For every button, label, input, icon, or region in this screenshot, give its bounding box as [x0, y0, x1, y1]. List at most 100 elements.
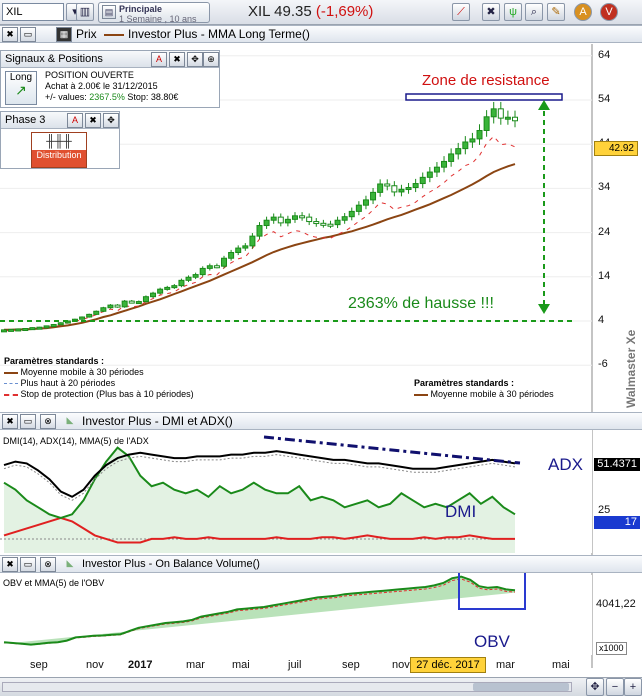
candle — [199, 267, 206, 276]
bottom-bar: ✥ − + — [0, 677, 642, 696]
indicator-icon: ◣ — [66, 415, 74, 425]
candle — [419, 176, 426, 185]
legend-item-label: Plus haut à 20 périodes — [20, 378, 116, 388]
legend-right-title: Paramètres standards : — [414, 378, 515, 388]
x-axis-tick: 2017 — [128, 659, 153, 671]
candle — [86, 313, 93, 318]
move-icon[interactable]: ✥ — [187, 52, 203, 67]
candle — [178, 279, 185, 287]
legend-left-title: Paramètres standards : — [4, 356, 105, 366]
obv-annotation: OBV — [474, 632, 510, 651]
obv-scale-label: x1000 — [596, 642, 627, 655]
candle — [426, 171, 433, 178]
last-price-tag: 42.92 — [594, 141, 638, 156]
close-icon[interactable]: ⊗ — [40, 557, 56, 572]
candle — [228, 251, 235, 259]
distribution-label: Distribution — [36, 150, 82, 160]
tools-icon[interactable]: ✖ — [85, 113, 101, 128]
indicator-icon: ◣ — [66, 558, 74, 568]
candle — [150, 292, 157, 298]
zoom-in-icon[interactable]: + — [624, 678, 642, 696]
candle — [476, 129, 483, 140]
candle — [256, 225, 263, 237]
signals-box: Signaux & Positions A ✖ ✥ ⊕ Long ↗ POSIT… — [0, 50, 220, 108]
more-icon[interactable]: ⊕ — [203, 52, 219, 67]
x-axis-tick: mai — [232, 659, 250, 671]
long-badge: Long ↗ — [5, 71, 37, 105]
legend-left-item: Stop de protection (Plus bas à 10 périod… — [4, 389, 264, 400]
candle — [299, 215, 306, 219]
candle — [398, 188, 405, 193]
price-axis-tick: 54 — [598, 93, 611, 105]
candle — [263, 219, 270, 227]
candle — [483, 116, 490, 131]
price-axis-tick: 64 — [598, 48, 611, 61]
dmi-panel-header: ✖ ▭ ⊗ ◣ Investor Plus - DMI et ADX() — [0, 412, 642, 430]
candle — [114, 304, 121, 308]
price-axis-tick: 24 — [598, 225, 611, 238]
candle — [57, 322, 64, 326]
move-icon[interactable]: ✥ — [586, 678, 604, 696]
scrollbar-thumb[interactable] — [473, 683, 569, 691]
candle — [221, 257, 228, 267]
stop-value: Stop: 38.80€ — [127, 92, 179, 102]
candle — [291, 215, 298, 220]
signals-title: Signaux & Positions — [5, 53, 103, 65]
candle — [455, 148, 462, 155]
adx-annotation: ADX — [548, 455, 583, 474]
candle — [15, 328, 22, 332]
horizontal-scrollbar[interactable] — [2, 682, 572, 692]
price-axis-tick: 34 — [598, 181, 611, 194]
x-axis-tick: mai — [552, 659, 570, 671]
x-axis-tick: nov — [392, 659, 410, 671]
candle — [512, 116, 518, 122]
candle — [341, 216, 348, 221]
candle — [284, 218, 291, 224]
signal-a-icon[interactable]: A — [151, 52, 167, 67]
candle — [50, 324, 57, 328]
distribution-badge: ╫╫╫ Distribution — [31, 132, 87, 168]
candle — [206, 265, 213, 269]
obv-panel-header: ✖ ▭ ⊗ ◣ Investor Plus - On Balance Volum… — [0, 555, 642, 573]
legend-item-label: Moyenne mobile à 30 périodes — [430, 389, 554, 399]
adx-value-tag: 51.4371 — [594, 458, 640, 471]
candle — [490, 108, 497, 118]
candle — [448, 153, 455, 162]
candle — [235, 247, 242, 253]
price-axis-tick: 4 — [598, 314, 605, 326]
candle — [355, 204, 362, 212]
uptrend-icon: ↗ — [15, 82, 27, 98]
tools-icon[interactable]: ✖ — [169, 52, 185, 67]
candle — [405, 187, 412, 191]
candle — [93, 310, 100, 315]
position-entry: Achat à 2.00€ le 31/12/2015 — [45, 81, 158, 91]
close-icon[interactable]: ⊗ — [40, 414, 56, 429]
candle — [128, 300, 135, 304]
legend-right: Paramètres standards : Moyenne mobile à … — [414, 378, 590, 400]
tools-icon[interactable]: ✖ — [2, 557, 18, 572]
window-icon[interactable]: ▭ — [20, 414, 36, 429]
legend-left: Paramètres standards : Moyenne mobile à … — [4, 356, 264, 400]
candle — [22, 328, 29, 332]
candle — [504, 116, 511, 120]
move-icon[interactable]: ✥ — [103, 113, 119, 128]
candle — [334, 219, 341, 226]
window-icon[interactable]: ▭ — [20, 557, 36, 572]
zoom-out-icon[interactable]: − — [606, 678, 624, 696]
x-axis-tick: sep — [30, 659, 48, 671]
candle — [497, 108, 504, 119]
phase-a-icon[interactable]: A — [67, 113, 83, 128]
candle — [441, 160, 448, 168]
signals-header: Signaux & Positions A ✖ ✥ ⊕ — [1, 51, 219, 68]
candle — [242, 245, 249, 249]
candle — [313, 221, 320, 225]
candle — [391, 185, 398, 193]
x-axis-tick: sep — [342, 659, 360, 671]
tools-icon[interactable]: ✖ — [2, 414, 18, 429]
candle — [306, 216, 313, 223]
perf-value: 2367.5% — [89, 92, 125, 102]
distribution-chart-icon: ╫╫╫ — [46, 134, 72, 148]
candle — [270, 216, 277, 221]
x-axis-tick: nov — [86, 659, 104, 671]
candle — [469, 138, 476, 143]
